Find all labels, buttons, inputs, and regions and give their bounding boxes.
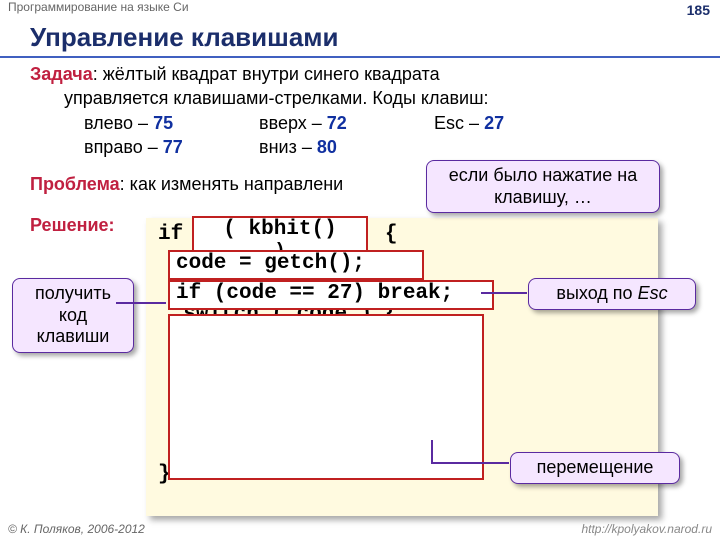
key-right-code: 77: [163, 137, 183, 157]
copyright: © К. Поляков, 2006-2012: [8, 522, 145, 536]
connector: [481, 292, 527, 294]
break-box: if (code == 27) break;: [168, 280, 494, 310]
callout-getkey: получить код клавиши: [12, 278, 134, 353]
solution-heading: Решение:: [30, 215, 115, 236]
header: Программирование на языке Си 185: [0, 0, 720, 20]
task-text-1: : жёлтый квадрат внутри синего квадрата: [93, 64, 440, 84]
footer-url: http://kpolyakov.narod.ru: [581, 522, 712, 536]
key-down-code: 80: [317, 137, 337, 157]
problem-line: Проблема: как изменять направлени: [30, 174, 343, 195]
key-down-label: вниз –: [259, 137, 312, 157]
key-left-label: влево –: [84, 113, 148, 133]
callout-esc: выход по Esc: [528, 278, 696, 310]
switch-box: [168, 314, 484, 480]
page-title: Управление клавишами: [30, 22, 339, 53]
callout-move: перемещение: [510, 452, 680, 484]
task-text-2: управляется клавишами-стрелками. Коды кл…: [30, 86, 700, 110]
task-block: Задача: жёлтый квадрат внутри синего ква…: [30, 62, 700, 159]
callout-press: если было нажатие на клавишу, …: [426, 160, 660, 213]
course-name: Программирование на языке Си: [8, 0, 189, 14]
problem-text: : как изменять направлени: [120, 174, 344, 194]
title-underline: [0, 56, 720, 58]
page-number: 185: [687, 2, 710, 18]
key-esc-label: Esc –: [434, 113, 479, 133]
key-left-code: 75: [153, 113, 173, 133]
connector: [116, 302, 166, 304]
key-right-label: вправо –: [84, 137, 158, 157]
key-up-label: вверх –: [259, 113, 322, 133]
key-esc-code: 27: [484, 113, 504, 133]
problem-heading: Проблема: [30, 174, 120, 194]
footer: © К. Поляков, 2006-2012 http://kpolyakov…: [8, 522, 712, 536]
connector: [431, 462, 509, 464]
connector: [431, 440, 433, 464]
task-heading: Задача: [30, 64, 93, 84]
getch-box: code = getch();: [168, 250, 424, 280]
key-up-code: 72: [327, 113, 347, 133]
